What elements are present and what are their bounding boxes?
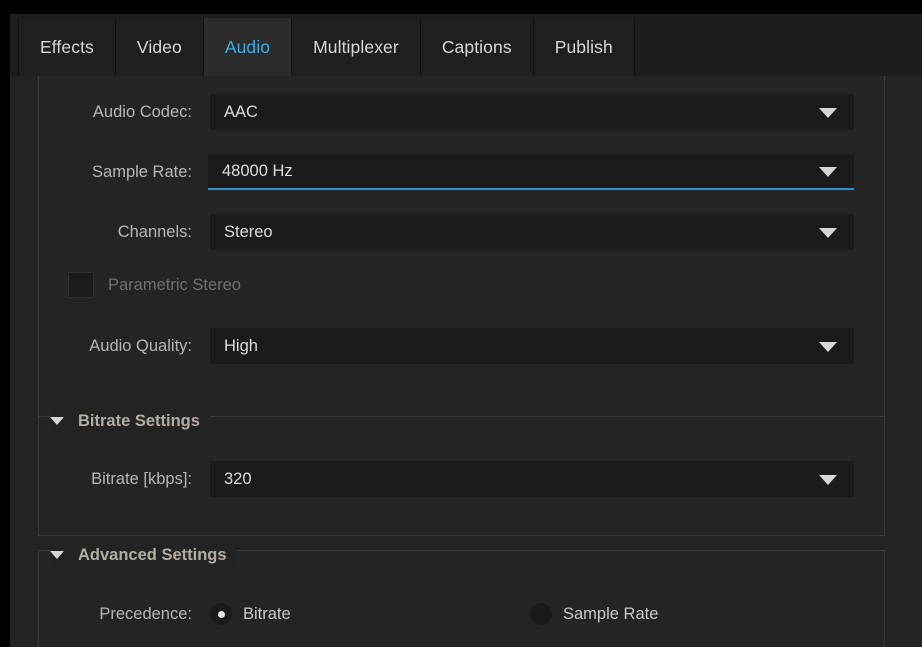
tab-publish[interactable]: Publish <box>534 18 635 76</box>
precedence-option-bitrate[interactable]: Bitrate <box>210 603 530 625</box>
audio-codec-combo[interactable]: AAC <box>210 94 854 130</box>
advanced-settings-title: Advanced Settings <box>78 546 227 565</box>
channels-value: Stereo <box>210 223 273 242</box>
tab-captions[interactable]: Captions <box>421 18 534 76</box>
tab-bar-filler <box>803 14 922 76</box>
parametric-stereo-row[interactable]: Parametric Stereo <box>68 270 241 300</box>
advanced-settings-header[interactable]: Advanced Settings <box>50 542 237 568</box>
tab-multiplexer-label: Multiplexer <box>313 37 399 58</box>
precedence-label: Precedence: <box>10 605 210 624</box>
tab-multiplexer[interactable]: Multiplexer <box>292 18 421 76</box>
tab-audio[interactable]: Audio <box>204 18 292 76</box>
audio-quality-combo[interactable]: High <box>210 328 854 364</box>
audio-quality-label: Audio Quality: <box>10 337 210 356</box>
tab-video-label: Video <box>137 37 182 58</box>
parametric-stereo-checkbox[interactable] <box>68 272 94 298</box>
chevron-down-icon <box>819 228 837 238</box>
row-precedence: Precedence: Bitrate Sample Rate <box>10 596 922 632</box>
row-audio-quality: Audio Quality: High <box>10 328 922 364</box>
tab-captions-label: Captions <box>442 37 512 58</box>
row-sample-rate: Sample Rate: 48000 Hz <box>10 154 922 190</box>
radio-selected-icon[interactable] <box>210 603 232 625</box>
bitrate-combo[interactable]: 320 <box>210 461 854 497</box>
parametric-stereo-label: Parametric Stereo <box>108 276 241 295</box>
chevron-down-icon <box>819 342 837 352</box>
vertical-scrollbar[interactable] <box>906 76 922 647</box>
row-channels: Channels: Stereo <box>10 214 922 250</box>
tab-audio-label: Audio <box>225 37 270 58</box>
chevron-down-icon <box>819 475 837 485</box>
sample-rate-label: Sample Rate: <box>10 163 210 182</box>
precedence-option-sample-rate[interactable]: Sample Rate <box>530 603 658 625</box>
encoder-settings-window: Effects Video Audio Multiplexer Captions… <box>0 0 922 647</box>
channels-label: Channels: <box>10 223 210 242</box>
audio-codec-label: Audio Codec: <box>10 103 210 122</box>
channels-combo[interactable]: Stereo <box>210 214 854 250</box>
row-audio-codec: Audio Codec: AAC <box>10 94 922 130</box>
dialog-body: Effects Video Audio Multiplexer Captions… <box>10 14 922 647</box>
precedence-option-bitrate-label: Bitrate <box>243 605 291 624</box>
caret-down-icon[interactable] <box>50 551 64 559</box>
tab-strip: Effects Video Audio Multiplexer Captions… <box>18 18 635 76</box>
bitrate-settings-title: Bitrate Settings <box>78 412 200 431</box>
chevron-down-icon <box>819 167 837 177</box>
bitrate-label: Bitrate [kbps]: <box>10 470 210 489</box>
tab-bar: Effects Video Audio Multiplexer Captions… <box>10 14 922 76</box>
caret-down-icon[interactable] <box>50 417 64 425</box>
precedence-option-sample-rate-label: Sample Rate <box>563 605 658 624</box>
radio-unselected-icon[interactable] <box>530 603 552 625</box>
tab-effects-label: Effects <box>40 37 94 58</box>
bitrate-value: 320 <box>210 470 252 489</box>
precedence-radio-group: Bitrate Sample Rate <box>210 599 658 629</box>
audio-quality-value: High <box>210 337 258 356</box>
sample-rate-combo[interactable]: 48000 Hz <box>208 154 854 190</box>
bitrate-settings-header[interactable]: Bitrate Settings <box>50 408 210 434</box>
tab-video[interactable]: Video <box>116 18 204 76</box>
sample-rate-value: 48000 Hz <box>208 162 293 181</box>
row-bitrate: Bitrate [kbps]: 320 <box>10 461 922 497</box>
tab-effects[interactable]: Effects <box>18 18 116 76</box>
tab-publish-label: Publish <box>555 37 613 58</box>
audio-settings-pane[interactable]: Audio Codec: AAC Sample Rate: 48000 Hz C… <box>10 76 922 647</box>
audio-codec-value: AAC <box>210 103 258 122</box>
chevron-down-icon <box>819 108 837 118</box>
